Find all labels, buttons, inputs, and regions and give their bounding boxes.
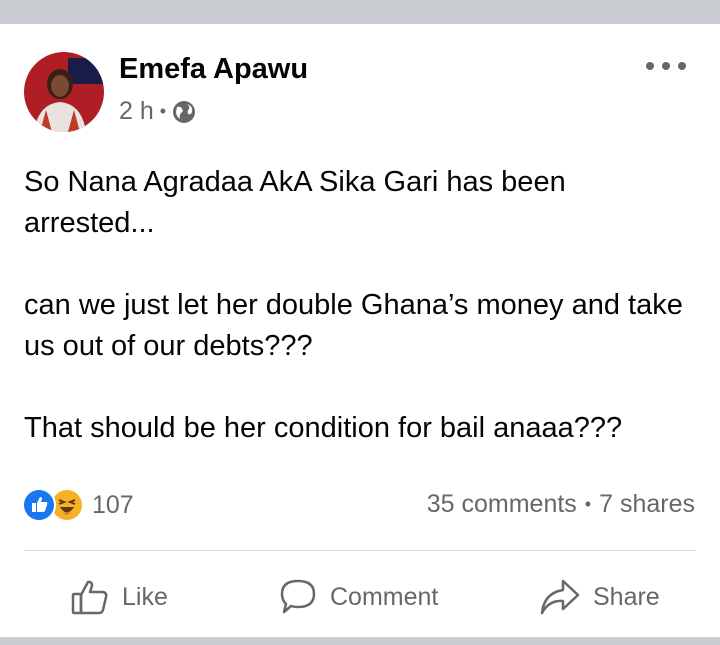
stats-separator: •: [584, 494, 592, 514]
post-paragraph: That should be her condition for bail an…: [24, 412, 623, 444]
comment-button[interactable]: Comment: [278, 575, 438, 619]
reactions-summary[interactable]: 107: [22, 488, 134, 522]
share-label: Share: [593, 582, 660, 611]
like-button[interactable]: Like: [70, 575, 168, 619]
post-card: Emefa Apawu 2 h • So Nana Agradaa AkA Si…: [0, 24, 720, 637]
comment-label: Comment: [330, 582, 439, 611]
share-icon: [540, 579, 580, 615]
thumbs-up-icon: [71, 580, 108, 615]
reaction-count: 107: [92, 490, 134, 519]
divider: [24, 550, 696, 551]
share-button[interactable]: Share: [539, 575, 660, 619]
post-paragraph: can we just let her double Ghana’s money…: [24, 289, 683, 362]
meta-separator: •: [159, 101, 167, 121]
comments-count[interactable]: 35 comments: [427, 490, 577, 519]
post-time[interactable]: 2 h: [119, 97, 154, 126]
avatar[interactable]: [24, 52, 104, 132]
like-label: Like: [122, 582, 168, 611]
like-icon: [22, 488, 56, 522]
shares-count[interactable]: 7 shares: [599, 490, 695, 519]
post-meta: 2 h •: [119, 97, 196, 126]
more-options-icon[interactable]: [646, 54, 686, 78]
post-body: So Nana Agradaa AkA Sika Gari has been a…: [24, 162, 704, 449]
engagement-stats: 35 comments • 7 shares: [427, 490, 695, 519]
author-name[interactable]: Emefa Apawu: [119, 53, 308, 86]
post-paragraph: So Nana Agradaa AkA Sika Gari has been a…: [24, 166, 566, 239]
globe-icon[interactable]: [172, 100, 196, 124]
comment-icon: [280, 579, 316, 614]
